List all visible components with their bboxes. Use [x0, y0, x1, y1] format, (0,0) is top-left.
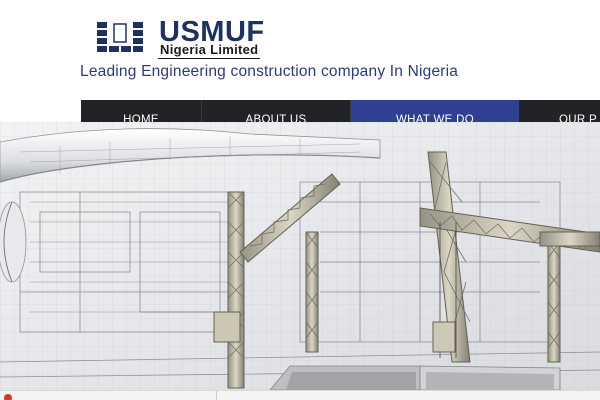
brand-subtitle: Nigeria Limited [157, 42, 261, 59]
divider [216, 391, 217, 400]
red-dot-icon [4, 394, 12, 400]
logo[interactable]: USMUF Nigeria Limited [96, 16, 316, 60]
hero-construction-image [0, 122, 600, 390]
tagline: Leading Engineering construction company… [80, 63, 459, 80]
bottom-strip [0, 390, 600, 400]
logo-mark-icon [97, 22, 143, 52]
hero-banner [0, 122, 600, 390]
site-header: USMUF Nigeria Limited Leading Engineerin… [0, 0, 600, 100]
